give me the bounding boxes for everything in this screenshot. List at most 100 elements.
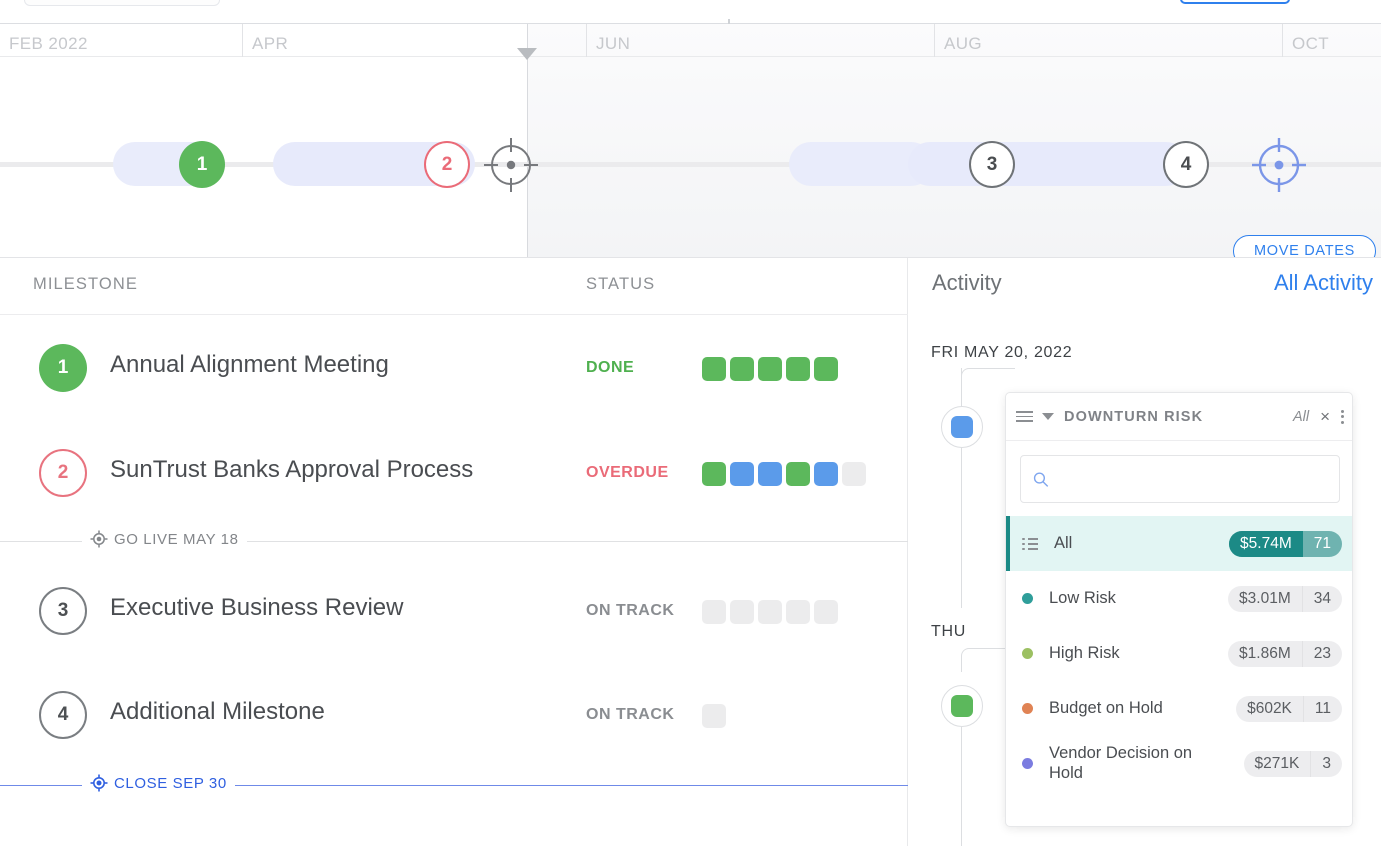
dropdown-item-amount: $602K — [1247, 699, 1292, 717]
status-dot-icon — [1022, 703, 1033, 714]
search-field-wrapper[interactable] — [1020, 455, 1340, 503]
dropdown-item-amount: $1.86M — [1239, 644, 1291, 662]
milestone-name: Additional Milestone — [110, 698, 325, 725]
activity-marker-1[interactable] — [941, 685, 983, 727]
dropdown-title: DOWNTURN RISK — [1064, 408, 1204, 425]
close-chip: CLOSE SEP 30 — [82, 774, 235, 792]
dropdown-item-label: Vendor Decision on Hold — [1049, 743, 1193, 782]
progress-squares — [702, 357, 838, 381]
milestone-badge: 4 — [39, 691, 87, 739]
timeline-month-header: FEB 2022 APR JUN AUG OCT — [0, 24, 1381, 57]
dropdown-item-amount: $3.01M — [1239, 589, 1291, 607]
timeline-node-1[interactable]: 1 — [179, 141, 225, 188]
dropdown-all-toggle[interactable]: All — [1293, 409, 1309, 425]
crosshair-close-icon[interactable] — [1250, 136, 1308, 194]
move-dates-button[interactable]: MOVE DATES — [1233, 235, 1376, 258]
activity-date-0: FRI MAY 20, 2022 — [931, 344, 1073, 361]
dropdown-item-label: Budget on Hold — [1049, 698, 1163, 717]
progress-square — [814, 462, 838, 486]
close-icon[interactable]: × — [1320, 408, 1330, 425]
dropdown-item-pill: $271K 3 — [1243, 750, 1342, 777]
dropdown-item-label: All — [1054, 533, 1073, 552]
table-row[interactable]: 4 Additional Milestone ON TRACK — [0, 662, 908, 767]
timeline-node-2[interactable]: 2 — [424, 141, 470, 188]
timeline-node-3[interactable]: 3 — [969, 141, 1015, 188]
column-header-status: STATUS — [586, 275, 656, 293]
target-icon — [90, 530, 108, 548]
status-dot-icon — [1022, 758, 1033, 769]
dropdown-item-pill: $602K 11 — [1236, 695, 1342, 722]
timeline-gantt: FEB 2022 APR JUN AUG OCT 1 2 3 4 MOVE DA… — [0, 24, 1381, 258]
progress-square — [786, 462, 810, 486]
status-badge: DONE — [586, 359, 635, 376]
dropdown-item-count: 34 — [1301, 585, 1342, 612]
progress-square — [702, 704, 726, 728]
status-dot-icon — [1022, 648, 1033, 659]
dropdown-item-count: 11 — [1302, 695, 1342, 722]
cropped-card — [24, 0, 220, 6]
status-dot-icon — [1022, 593, 1033, 604]
cropped-blue-button[interactable] — [1180, 0, 1290, 4]
crosshair-today-icon[interactable] — [482, 136, 540, 194]
timeline-month-2: JUN — [586, 24, 934, 57]
dropdown-item-high-risk[interactable]: High Risk $1.86M 23 — [1006, 626, 1352, 681]
table-row[interactable]: 3 Executive Business Review ON TRACK — [0, 558, 908, 663]
dropdown-item-pill: $3.01M 34 — [1228, 585, 1342, 612]
dropdown-item-amount: $5.74M — [1229, 530, 1303, 557]
progress-square — [730, 357, 754, 381]
close-label: CLOSE SEP 30 — [114, 774, 227, 792]
progress-square — [758, 462, 782, 486]
column-header-milestone: MILESTONE — [33, 275, 138, 293]
status-badge: ON TRACK — [586, 706, 675, 723]
activity-rail — [961, 727, 962, 846]
dropdown-item-low-risk[interactable]: Low Risk $3.01M 34 — [1006, 571, 1352, 626]
progress-square — [786, 600, 810, 624]
timeline-bar-4[interactable] — [908, 142, 1188, 186]
dropdown-item-count: 3 — [1310, 750, 1342, 777]
app-root: FEB 2022 APR JUN AUG OCT 1 2 3 4 MOVE DA… — [0, 0, 1381, 846]
timeline-month-0: FEB 2022 — [9, 34, 88, 53]
milestone-name: Annual Alignment Meeting — [110, 351, 389, 378]
progress-square — [702, 357, 726, 381]
activity-marker-0[interactable] — [941, 406, 983, 448]
table-row[interactable]: 2 SunTrust Banks Approval Process OVERDU… — [0, 420, 908, 525]
search-icon — [1033, 472, 1049, 487]
activity-title: Activity — [932, 270, 1002, 295]
dropdown-item-pill: $5.74M 71 — [1229, 530, 1342, 557]
list-icon — [1022, 537, 1038, 551]
dropdown-item-all[interactable]: All $5.74M 71 — [1006, 516, 1352, 571]
timeline-node-4[interactable]: 4 — [1163, 141, 1209, 188]
search-input[interactable] — [1056, 470, 1327, 488]
progress-squares — [702, 704, 726, 728]
milestone-badge: 1 — [39, 344, 87, 392]
today-caret-icon — [517, 48, 537, 60]
dropdown-list: All $5.74M 71 Low Risk $3.01M 34 High Ri… — [1006, 516, 1352, 791]
progress-square — [814, 600, 838, 624]
activity-rail — [961, 448, 962, 608]
close-divider: CLOSE SEP 30 — [0, 774, 908, 792]
dropdown-item-budget-on-hold[interactable]: Budget on Hold $602K 11 — [1006, 681, 1352, 736]
go-live-chip: GO LIVE MAY 18 — [82, 530, 247, 548]
milestone-name: Executive Business Review — [110, 594, 404, 621]
downturn-risk-dropdown: DOWNTURN RISK All × All $5.74M 71 Low Ri… — [1005, 392, 1353, 827]
all-activity-link[interactable]: All Activity — [1274, 270, 1373, 296]
chevron-down-icon[interactable] — [1042, 413, 1054, 420]
dropdown-item-count: 71 — [1313, 534, 1331, 552]
milestone-table: MILESTONE STATUS 1 Annual Alignment Meet… — [0, 258, 908, 846]
progress-square — [702, 600, 726, 624]
timeline-month-4: OCT — [1282, 24, 1381, 57]
progress-square — [758, 600, 782, 624]
kebab-menu-icon[interactable] — [1341, 409, 1344, 424]
table-row[interactable]: 1 Annual Alignment Meeting DONE — [0, 315, 908, 420]
dropdown-item-vendor-decision-on-hold[interactable]: Vendor Decision on Hold $271K 3 — [1006, 736, 1352, 791]
hamburger-icon[interactable] — [1016, 410, 1033, 423]
top-cropped-strip — [0, 0, 1381, 28]
progress-square — [730, 600, 754, 624]
progress-square — [730, 462, 754, 486]
go-live-label: GO LIVE MAY 18 — [114, 530, 239, 548]
progress-square — [758, 357, 782, 381]
dropdown-item-label: Low Risk — [1049, 588, 1116, 607]
target-icon — [90, 774, 108, 792]
dropdown-header: DOWNTURN RISK All × — [1006, 393, 1352, 441]
dropdown-item-amount: $271K — [1254, 754, 1300, 772]
